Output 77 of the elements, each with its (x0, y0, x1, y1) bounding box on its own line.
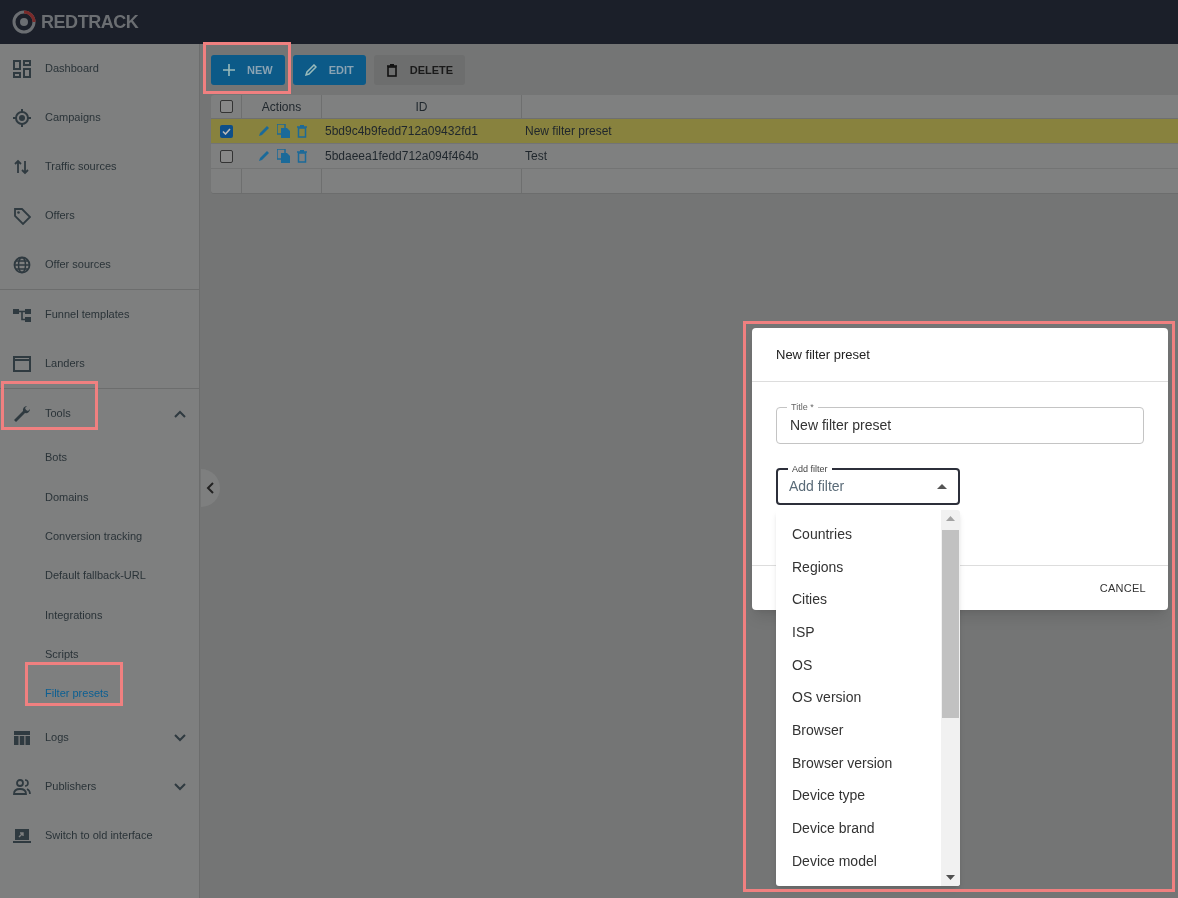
dropdown-option[interactable]: Browser version (792, 752, 893, 774)
sidebar-subitem[interactable]: Default fallback-URL (45, 567, 146, 584)
checkbox[interactable] (219, 100, 233, 113)
window-icon (13, 354, 31, 373)
scroll-down-icon (946, 875, 955, 880)
wrench-icon (13, 404, 31, 423)
sidebar-item[interactable]: Tools (0, 389, 199, 438)
sidebar-item[interactable]: Publishers (0, 762, 199, 812)
pencil-icon[interactable] (257, 125, 270, 137)
table-row[interactable]: 5bd9c4b9fedd712a09432fd1 New filter preset (211, 119, 1178, 144)
sidebar-item[interactable]: Logs (0, 713, 199, 763)
sidebar-item[interactable]: Switch to old interface (0, 811, 199, 861)
field-label: Title * (787, 401, 818, 413)
chevron-left-icon (206, 482, 214, 494)
field-value: New filter preset (790, 416, 892, 435)
sidebar-subitem[interactable]: Scripts (45, 645, 79, 663)
dropdown-option[interactable]: Device brand (792, 818, 875, 840)
copy-icon[interactable] (276, 124, 290, 138)
sidebar-item[interactable]: Offers (0, 191, 199, 240)
secondary-button[interactable]: DELETE (373, 55, 466, 85)
dropdown-option[interactable]: Cities (792, 589, 827, 611)
dropdown-option[interactable]: Device model (792, 850, 877, 872)
table-row[interactable]: 5bdaeea1fedd712a094f464b Test (211, 144, 1178, 169)
sidebar-subitem[interactable]: Bots (45, 449, 67, 466)
logo-text: REDTRACK (41, 10, 139, 34)
trash-icon[interactable] (296, 124, 307, 138)
tag-icon (13, 206, 31, 225)
dropdown-option[interactable]: OS (792, 654, 813, 676)
primary-button[interactable]: NEW (211, 55, 285, 85)
logo-icon (11, 9, 37, 35)
column-header: Actions (242, 95, 322, 118)
table-icon (13, 728, 31, 747)
dropdown-option[interactable]: Countries (792, 523, 852, 545)
scrollbar[interactable] (941, 510, 960, 886)
grid-icon (13, 59, 31, 78)
dropdown-option[interactable]: Device type (792, 785, 866, 807)
table-cell: New filter preset (525, 124, 612, 138)
table-cell: 5bdaeea1fedd712a094f464b (325, 149, 479, 163)
checkbox[interactable] (220, 124, 233, 138)
plus-icon (223, 63, 235, 77)
dropdown-option[interactable]: Regions (792, 556, 844, 578)
sidebar-item[interactable]: Traffic sources (0, 142, 199, 191)
dropdown-option[interactable]: ISP (792, 621, 815, 643)
field-label: Add filter (788, 463, 832, 475)
people-icon (13, 777, 31, 796)
dialog-title: New filter preset (752, 328, 1168, 382)
column-header: ID (322, 95, 522, 118)
sidebar-item[interactable]: Campaigns (0, 93, 199, 142)
sidebar-item[interactable]: Offer sources (0, 240, 199, 289)
table-cell: Test (525, 149, 547, 163)
sidebar-subitem[interactable]: Conversion tracking (45, 528, 143, 545)
arrows-icon (13, 157, 31, 176)
dropdown-option[interactable]: OS version (792, 687, 862, 709)
laptop-icon (13, 826, 31, 845)
dropdown-option[interactable]: Browser (792, 719, 844, 741)
sidebar-subitem[interactable]: Integrations (45, 606, 103, 624)
pencil-icon[interactable] (257, 150, 270, 162)
scroll-up-icon (946, 516, 955, 521)
trash-icon[interactable] (296, 149, 307, 163)
sidebar-subitem[interactable]: Filter presets (45, 685, 109, 702)
cancel-button[interactable]: CANCEL (1095, 575, 1150, 601)
checkbox[interactable] (220, 149, 233, 163)
pencil-icon (304, 63, 317, 77)
sidebar-item[interactable]: Funnel templates (0, 290, 199, 339)
collapse-sidebar-button[interactable] (201, 469, 220, 507)
primary-button[interactable]: EDIT (292, 55, 366, 85)
placeholder: Add filter (789, 477, 845, 496)
sidebar-subitem[interactable]: Domains (45, 488, 89, 506)
caret-icon (937, 484, 947, 489)
target-icon (13, 108, 31, 127)
scrollbar-thumb[interactable] (942, 530, 959, 718)
trash-icon (385, 63, 398, 77)
table-cell: 5bd9c4b9fedd712a09432fd1 (325, 124, 478, 138)
copy-icon[interactable] (276, 149, 290, 163)
globe-icon (13, 255, 31, 274)
sidebar-item[interactable]: Landers (0, 339, 199, 388)
sidebar-item[interactable]: Dashboard (0, 44, 199, 93)
